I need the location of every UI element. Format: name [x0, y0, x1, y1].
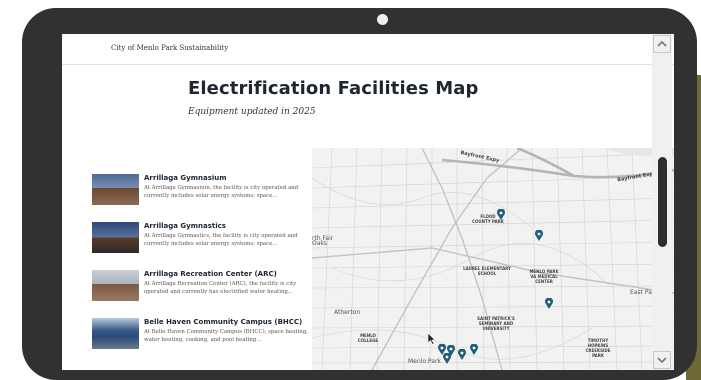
top-navigation-bar: City of Menlo Park Sustainability [62, 34, 674, 65]
page-title: Electrification Facilities Map [188, 78, 479, 99]
facility-thumbnail [92, 318, 139, 349]
facility-card[interactable]: Arrillaga Recreation Center (ARC) At Arr… [92, 270, 322, 310]
chevron-down-icon [657, 357, 667, 364]
facility-description: At Arrillaga Gymnasium, the facility is … [144, 185, 299, 199]
facility-card[interactable]: Arrillaga Gymnasium At Arrillaga Gymnasi… [92, 174, 322, 214]
map-pin-icon[interactable] [497, 209, 505, 220]
map-place-label: MENLO PARK VA MEDICAL CENTER [529, 269, 559, 284]
map-place-label: SAINT PATRICK'S SEMINARY AND UNIVERSITY [477, 316, 515, 331]
scroll-down-button[interactable] [653, 351, 671, 369]
mouse-cursor-icon [427, 332, 436, 345]
facility-description: At Arrillaga Gymnastics, the facility is… [144, 233, 298, 247]
facility-description: At Arrillaga Recreation Center (ARC), th… [144, 281, 297, 295]
facility-description: At Belle Haven Community Campus (BHCC), … [144, 329, 308, 343]
facility-thumbnail [92, 174, 139, 205]
map-pin-icon[interactable] [545, 298, 553, 309]
map-city-label: Atherton [334, 309, 361, 316]
page-subtitle: Equipment updated in 2025 [188, 107, 316, 117]
facilities-map[interactable]: Bayfront Expy Bayfront Expy FLOOD COUNTY… [312, 148, 674, 370]
site-name-link[interactable]: City of Menlo Park Sustainability [111, 44, 228, 52]
map-pin-icon[interactable] [458, 349, 466, 360]
map-pin-icon[interactable] [443, 353, 451, 364]
tablet-frame: City of Menlo Park Sustainability Electr… [22, 8, 697, 380]
facility-thumbnail [92, 270, 139, 301]
browser-viewport: City of Menlo Park Sustainability Electr… [62, 34, 674, 370]
facility-title[interactable]: Arrillaga Gymnasium [144, 174, 227, 182]
facility-card[interactable]: Arrillaga Gymnastics At Arrillaga Gymnas… [92, 222, 322, 262]
facility-title[interactable]: Arrillaga Recreation Center (ARC) [144, 270, 277, 278]
map-pin-icon[interactable] [535, 230, 543, 241]
vertical-scrollbar[interactable] [652, 34, 672, 370]
map-pin-icon[interactable] [470, 344, 478, 355]
map-city-label: Menlo Park [408, 358, 441, 365]
scroll-up-button[interactable] [653, 35, 671, 53]
facility-title[interactable]: Arrillaga Gymnastics [144, 222, 226, 230]
camera-icon [377, 14, 388, 25]
scrollbar-thumb[interactable] [658, 157, 667, 247]
map-place-label: TIMOTHY HOPKINS CREEKSIDE PARK [585, 338, 611, 358]
map-city-label: rth Fair Oaks [312, 235, 334, 247]
map-place-label: LAUREL ELEMENTARY SCHOOL [463, 266, 511, 276]
facility-title[interactable]: Belle Haven Community Campus (BHCC) [144, 318, 302, 326]
map-place-label: MENLO COLLEGE [357, 333, 379, 343]
facility-thumbnail [92, 222, 139, 253]
facility-card[interactable]: Belle Haven Community Campus (BHCC) At B… [92, 318, 322, 358]
chevron-up-icon [657, 40, 667, 47]
